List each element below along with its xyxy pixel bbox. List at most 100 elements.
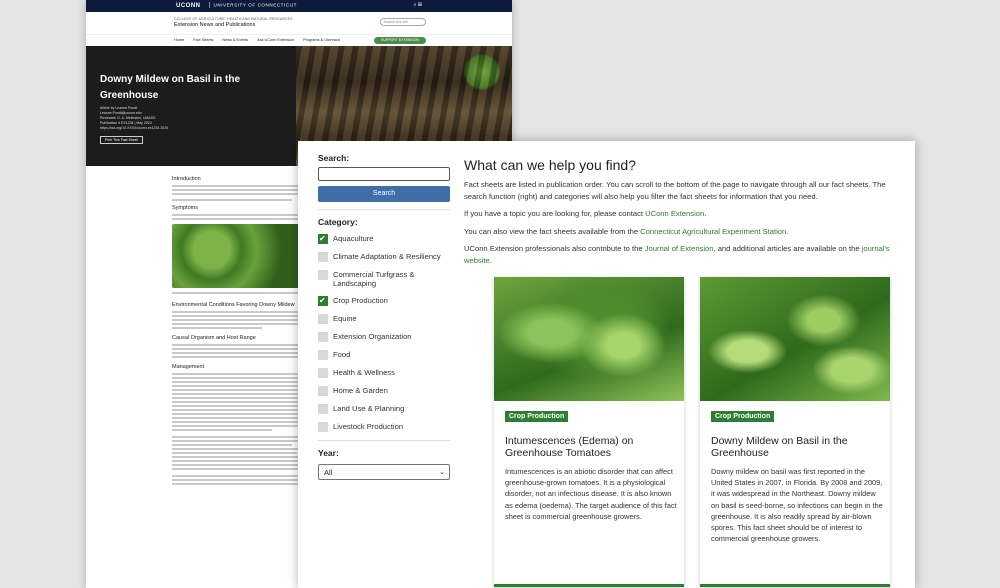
category-badge[interactable]: Crop Production [505, 411, 569, 422]
nav-item-home[interactable]: Home [174, 38, 184, 42]
site-title[interactable]: Extension News and Publications [174, 22, 255, 28]
college-name: COLLEGE OF AGRICULTURE, HEALTH AND NATUR… [174, 17, 293, 21]
checkbox[interactable] [318, 332, 328, 342]
category-climate-adaptation[interactable]: Climate Adaptation & Resiliency [318, 252, 450, 262]
fact-sheet-cards: Crop Production Intumescences (Edema) on… [494, 277, 890, 587]
search-input[interactable] [318, 167, 450, 181]
uconn-extension-link[interactable]: UConn Extension [645, 209, 704, 218]
checkbox[interactable] [318, 350, 328, 360]
divider [318, 440, 450, 441]
seedling-image [462, 54, 502, 90]
chevron-down-icon: ⌄ [439, 469, 445, 476]
brand-divider [208, 2, 210, 8]
category-food[interactable]: Food [318, 350, 450, 360]
fact-sheet-card[interactable]: Crop Production Intumescences (Edema) on… [494, 277, 684, 587]
category-label-text: Food [333, 350, 351, 359]
nav-item-fact-sheets[interactable]: Fact Sheets [193, 38, 213, 42]
checkbox[interactable] [318, 386, 328, 396]
university-name: UNIVERSITY OF CONNECTICUT [213, 2, 297, 8]
category-label-text: Livestock Production [333, 422, 404, 431]
category-badge[interactable]: Crop Production [711, 411, 775, 422]
checkbox-checked[interactable] [318, 295, 328, 306]
top-bar-icons[interactable]: ⌕ ⊞ [414, 2, 422, 8]
category-label-text: Extension Organization [333, 332, 412, 341]
support-extension-button[interactable]: SUPPORT EXTENSION [374, 37, 426, 44]
category-livestock[interactable]: Livestock Production [318, 422, 450, 432]
category-label: Category: [318, 217, 358, 227]
university-top-bar: UCONN UNIVERSITY OF CONNECTICUT ⌕ ⊞ [86, 0, 512, 12]
checkbox[interactable] [318, 422, 328, 432]
nav-item-ask-extension[interactable]: Ask UConn Extension [257, 38, 294, 42]
journal-of-extension-link[interactable]: Journal of Extension [645, 244, 714, 253]
divider [318, 209, 450, 210]
search-label: Search: [318, 153, 350, 163]
category-crop-production[interactable]: Crop Production [318, 295, 450, 306]
caes-paragraph: You can also view the fact sheets availa… [464, 226, 896, 238]
text: , and additional articles are available … [713, 244, 862, 253]
card-title[interactable]: Intumescences (Edema) on Greenhouse Toma… [505, 435, 677, 459]
text: If you have a topic you are looking for,… [464, 209, 646, 218]
basil-leaf-image[interactable] [700, 277, 890, 401]
site-search-input[interactable]: Search this site [380, 18, 426, 26]
contact-paragraph: If you have a topic you are looking for,… [464, 208, 896, 220]
tomato-leaf-image[interactable] [494, 277, 684, 401]
site-nav: Home Fact Sheets News & Events Ask UConn… [86, 34, 512, 46]
text: UConn Extension professionals also contr… [464, 244, 645, 253]
checkbox[interactable] [318, 368, 328, 378]
text: . [704, 209, 707, 218]
card-accent-bar [494, 584, 684, 587]
year-selected-value: All [324, 468, 333, 477]
category-label-text: Land Use & Planning [333, 404, 405, 413]
brand-wordmark: UCONN [176, 2, 201, 9]
filter-sidebar: Search: Search Category: Aquaculture Cli… [318, 153, 450, 480]
category-land-use[interactable]: Land Use & Planning [318, 404, 450, 414]
card-title[interactable]: Downy Mildew on Basil in the Greenhouse [711, 435, 883, 459]
year-select[interactable]: All ⌄ [318, 464, 450, 480]
search-icon[interactable]: ⌕ [414, 2, 417, 8]
category-label-text: Crop Production [333, 296, 388, 305]
intro-paragraph: Fact sheets are listed in publication or… [464, 180, 886, 201]
nav-item-programs[interactable]: Programs & Outreach [303, 38, 340, 42]
nav-item-news-events[interactable]: News & Events [222, 38, 248, 42]
card-accent-bar [700, 584, 890, 587]
journal-paragraph: UConn Extension professionals also contr… [464, 243, 896, 266]
category-home-garden[interactable]: Home & Garden [318, 386, 450, 396]
category-label-text: Aquaculture [333, 234, 374, 243]
category-label-text: Climate Adaptation & Resiliency [333, 252, 441, 261]
card-summary: Intumescences is an abiotic disorder tha… [505, 467, 677, 521]
caes-link[interactable]: Connecticut Agricultural Experiment Stat… [640, 227, 786, 236]
article-authors: Article by Leanne Pundt Leanne.Pundt@uco… [100, 106, 168, 131]
checkbox[interactable] [318, 314, 328, 324]
uconn-logo[interactable]: UCONN UNIVERSITY OF CONNECTICUT [176, 2, 297, 9]
category-label-text: Home & Garden [333, 386, 388, 395]
category-label-text: Health & Wellness [333, 368, 395, 377]
year-label: Year: [318, 448, 339, 458]
category-aquaculture[interactable]: Aquaculture [318, 233, 450, 244]
category-label-text: Commercial Turfgrass & Landscaping [333, 270, 415, 288]
category-health-wellness[interactable]: Health & Wellness [318, 368, 450, 378]
text: . [786, 226, 789, 236]
checkbox-checked[interactable] [318, 233, 328, 244]
category-label-text: Equine [333, 314, 357, 323]
checkbox[interactable] [318, 252, 328, 262]
checkbox[interactable] [318, 404, 328, 414]
fact-sheet-card[interactable]: Crop Production Downy Mildew on Basil in… [700, 277, 890, 587]
intro-content: What can we help you find? Fact sheets a… [464, 157, 896, 266]
author-line: https://doi.org/10.XXXX/uconn.ex1234.202… [100, 126, 169, 130]
card-summary: Downy mildew on basil was first reported… [711, 467, 883, 544]
basil-symptom-image [172, 224, 304, 288]
article-title: Downy Mildew on Basil in the Greenhouse [100, 74, 241, 101]
text: . [489, 255, 492, 265]
print-fact-sheet-button[interactable]: Print This Fact Sheet [100, 136, 143, 144]
page-heading: What can we help you find? [464, 157, 636, 173]
fact-sheets-listing-page: Search: Search Category: Aquaculture Cli… [298, 141, 915, 588]
category-extension-organization[interactable]: Extension Organization [318, 332, 450, 342]
category-list: Aquaculture Climate Adaptation & Resilie… [318, 233, 450, 432]
category-commercial-turfgrass[interactable]: Commercial Turfgrass & Landscaping [318, 270, 450, 288]
apps-icon[interactable]: ⊞ [418, 2, 422, 8]
category-equine[interactable]: Equine [318, 314, 450, 324]
checkbox[interactable] [318, 270, 328, 280]
search-button[interactable]: Search [318, 186, 450, 202]
text: You can also view the fact sheets availa… [464, 226, 641, 236]
site-header: COLLEGE OF AGRICULTURE, HEALTH AND NATUR… [86, 12, 512, 34]
